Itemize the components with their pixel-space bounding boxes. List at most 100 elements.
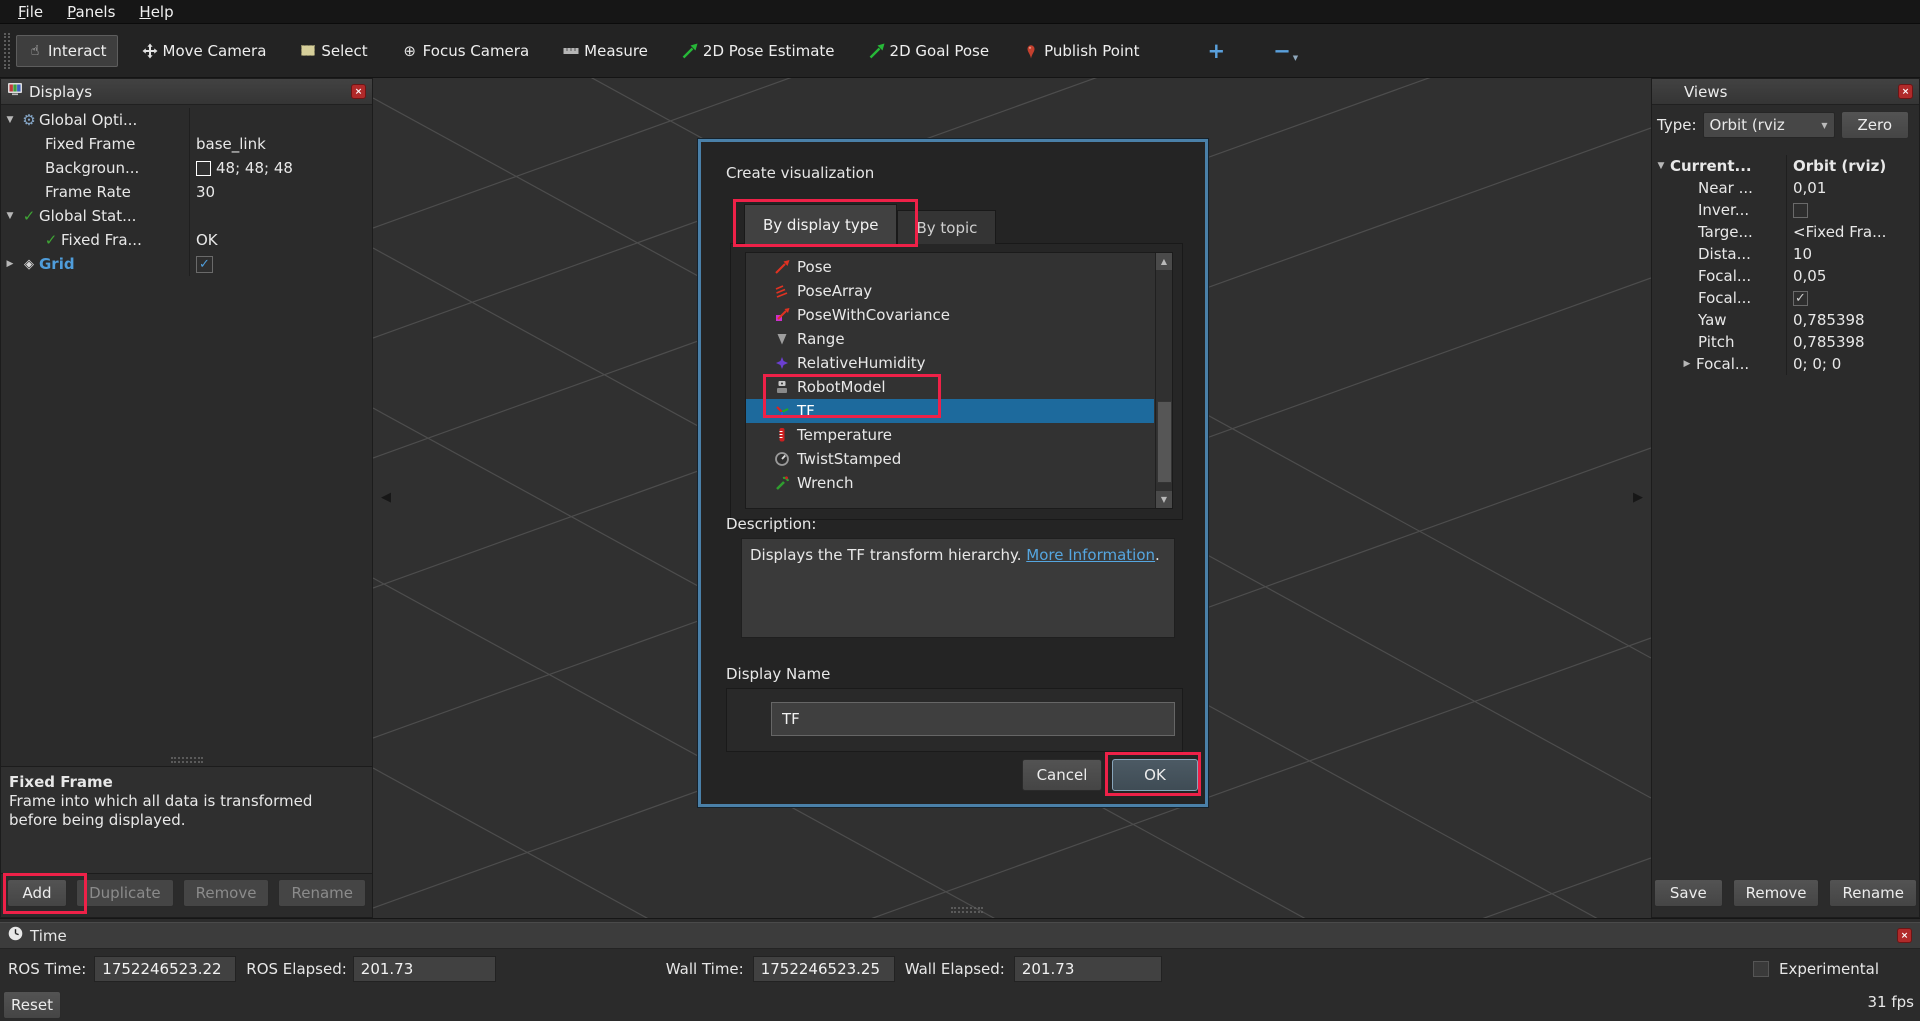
invert-z-checkbox[interactable] — [1793, 203, 1808, 218]
scroll-up-icon[interactable]: ▲ — [1156, 253, 1172, 270]
tree-row-fixed-frame-status[interactable]: ✓Fixed Fra... OK — [1, 228, 372, 252]
distance-value[interactable]: 10 — [1793, 245, 1812, 263]
tab-by-topic[interactable]: By topic — [897, 210, 996, 244]
display-name-input[interactable] — [771, 702, 1175, 736]
chevron-down-icon[interactable]: ▼ — [1, 115, 19, 125]
background-color-value[interactable]: 48; 48; 48 — [216, 159, 293, 177]
rename-display-button[interactable]: Rename — [278, 879, 366, 907]
zero-button[interactable]: Zero — [1841, 111, 1910, 139]
list-item-temperature[interactable]: Temperature — [746, 423, 1154, 447]
list-item-range[interactable]: Range — [746, 327, 1154, 351]
wall-time-field[interactable]: 1752246523.25 — [753, 956, 895, 982]
collapse-right-panel-arrow-icon[interactable]: ▶ — [1633, 490, 1643, 505]
add-tool-button[interactable]: + — [1198, 39, 1236, 63]
focal-point-value[interactable]: 0; 0; 0 — [1793, 355, 1841, 373]
list-item-twiststamped[interactable]: TwistStamped — [746, 447, 1154, 471]
chevron-right-icon[interactable]: ▶ — [1678, 359, 1696, 369]
property-help-box: Fixed Frame Frame into which all data is… — [1, 766, 372, 874]
close-icon[interactable]: × — [1898, 84, 1913, 99]
collapse-left-panel-arrow-icon[interactable]: ◀ — [381, 490, 391, 505]
focal-shape-size-value[interactable]: 0,05 — [1793, 267, 1826, 285]
add-display-button[interactable]: Add — [7, 879, 67, 907]
menu-file[interactable]: File — [8, 1, 53, 23]
grid-enabled-checkbox[interactable]: ✓ — [196, 256, 213, 273]
list-item-wrench[interactable]: Wrench — [746, 471, 1154, 495]
views-panel-header[interactable]: Views × — [1652, 79, 1919, 105]
fixed-frame-value[interactable]: base_link — [196, 135, 266, 153]
chevron-down-icon[interactable]: ▼ — [1293, 54, 1298, 62]
tree-row-pitch[interactable]: Pitch 0,785398 — [1652, 331, 1919, 353]
chevron-right-icon[interactable]: ▶ — [1, 259, 19, 269]
experimental-checkbox[interactable] — [1753, 961, 1769, 977]
focus-camera-tool-button[interactable]: ⊕ Focus Camera — [392, 36, 539, 66]
frame-rate-value[interactable]: 30 — [196, 183, 215, 201]
pose-estimate-tool-button[interactable]: 2D Pose Estimate — [672, 36, 845, 66]
yaw-value[interactable]: 0,785398 — [1793, 311, 1865, 329]
close-icon[interactable]: × — [1897, 928, 1912, 943]
tree-row-distance[interactable]: Dista... 10 — [1652, 243, 1919, 265]
scrollbar-thumb[interactable] — [1157, 401, 1172, 483]
tree-row-target-frame[interactable]: Targe... <Fixed Fra... — [1652, 221, 1919, 243]
measure-tool-button[interactable]: Measure — [553, 36, 658, 66]
tree-row-focal-point[interactable]: ▶Focal... 0; 0; 0 — [1652, 353, 1919, 375]
ok-button[interactable]: OK — [1112, 759, 1198, 791]
tree-row-background-color[interactable]: Backgroun... 48; 48; 48 — [1, 156, 372, 180]
views-panel: Views × Type: Orbit (rviz ▼ Zero ▼Curren… — [1651, 78, 1920, 918]
list-item-relativehumidity[interactable]: RelativeHumidity — [746, 351, 1154, 375]
ros-elapsed-field[interactable]: 201.73 — [353, 956, 496, 982]
move-camera-tool-button[interactable]: Move Camera — [132, 36, 277, 66]
tree-row-global-options[interactable]: ▼⚙Global Opti... — [1, 108, 372, 132]
tree-row-global-status[interactable]: ▼✓Global Stat... — [1, 204, 372, 228]
reset-button[interactable]: Reset — [3, 991, 61, 1019]
tree-row-near-clip[interactable]: Near ... 0,01 — [1652, 177, 1919, 199]
menu-help[interactable]: Help — [129, 1, 183, 23]
tree-row-focal-shape-fixed[interactable]: Focal... ✓ — [1652, 287, 1919, 309]
publish-point-tool-button[interactable]: Publish Point — [1013, 36, 1149, 66]
splitter-handle[interactable] — [171, 757, 203, 763]
tree-row-frame-rate[interactable]: Frame Rate 30 — [1, 180, 372, 204]
color-swatch[interactable] — [196, 161, 211, 176]
ros-elapsed-label: ROS Elapsed: — [246, 960, 347, 978]
time-panel-header[interactable]: Time × — [0, 922, 1920, 949]
list-item-tf-selected[interactable]: TF — [746, 399, 1154, 423]
list-item-pose[interactable]: Pose — [746, 255, 1154, 279]
duplicate-display-button[interactable]: Duplicate — [76, 879, 173, 907]
goal-pose-tool-button[interactable]: 2D Goal Pose — [859, 36, 1000, 66]
target-frame-value[interactable]: <Fixed Fra... — [1793, 223, 1886, 241]
pitch-value[interactable]: 0,785398 — [1793, 333, 1865, 351]
near-clip-value[interactable]: 0,01 — [1793, 179, 1826, 197]
close-icon[interactable]: × — [351, 84, 366, 99]
rename-view-button[interactable]: Rename — [1829, 879, 1917, 907]
displays-tree: ▼⚙Global Opti... Fixed Frame base_link B… — [1, 105, 372, 276]
select-tool-button[interactable]: Select — [290, 36, 377, 66]
tab-by-display-type[interactable]: By display type — [744, 204, 897, 244]
splitter-handle[interactable] — [951, 907, 983, 913]
list-item-posewithcovariance[interactable]: PoseWithCovariance — [746, 303, 1154, 327]
view-type-dropdown[interactable]: Orbit (rviz ▼ — [1703, 112, 1835, 138]
toolbar-grip-handle[interactable] — [4, 33, 10, 69]
display-name-label: Display Name — [726, 665, 830, 683]
displays-panel-header[interactable]: Displays × — [1, 79, 372, 105]
tree-row-fixed-frame[interactable]: Fixed Frame base_link — [1, 132, 372, 156]
tree-row-yaw[interactable]: Yaw 0,785398 — [1652, 309, 1919, 331]
menu-panels[interactable]: Panels — [57, 1, 125, 23]
interact-tool-button[interactable]: ☝ Interact — [16, 35, 118, 67]
chevron-down-icon[interactable]: ▼ — [1, 211, 19, 221]
list-item-posearray[interactable]: PoseArray — [746, 279, 1154, 303]
tree-row-invert-z[interactable]: Inver... — [1652, 199, 1919, 221]
list-scrollbar[interactable]: ▲ ▼ — [1155, 253, 1172, 508]
chevron-down-icon[interactable]: ▼ — [1652, 161, 1670, 171]
remove-display-button[interactable]: Remove — [183, 879, 270, 907]
save-view-button[interactable]: Save — [1654, 879, 1723, 907]
tree-row-grid[interactable]: ▶◈Grid ✓ — [1, 252, 372, 276]
tree-row-focal-shape-size[interactable]: Focal... 0,05 — [1652, 265, 1919, 287]
focal-shape-fixed-checkbox[interactable]: ✓ — [1793, 291, 1808, 306]
remove-view-button[interactable]: Remove — [1733, 879, 1820, 907]
ros-time-field[interactable]: 1752246523.22 — [94, 956, 236, 982]
scroll-down-icon[interactable]: ▼ — [1156, 491, 1172, 508]
more-information-link[interactable]: More Information — [1026, 546, 1155, 564]
wall-elapsed-field[interactable]: 201.73 — [1014, 956, 1162, 982]
tree-row-current-view[interactable]: ▼Current... Orbit (rviz) — [1652, 155, 1919, 177]
cancel-button[interactable]: Cancel — [1022, 759, 1102, 791]
list-item-robotmodel[interactable]: RobotModel — [746, 375, 1154, 399]
